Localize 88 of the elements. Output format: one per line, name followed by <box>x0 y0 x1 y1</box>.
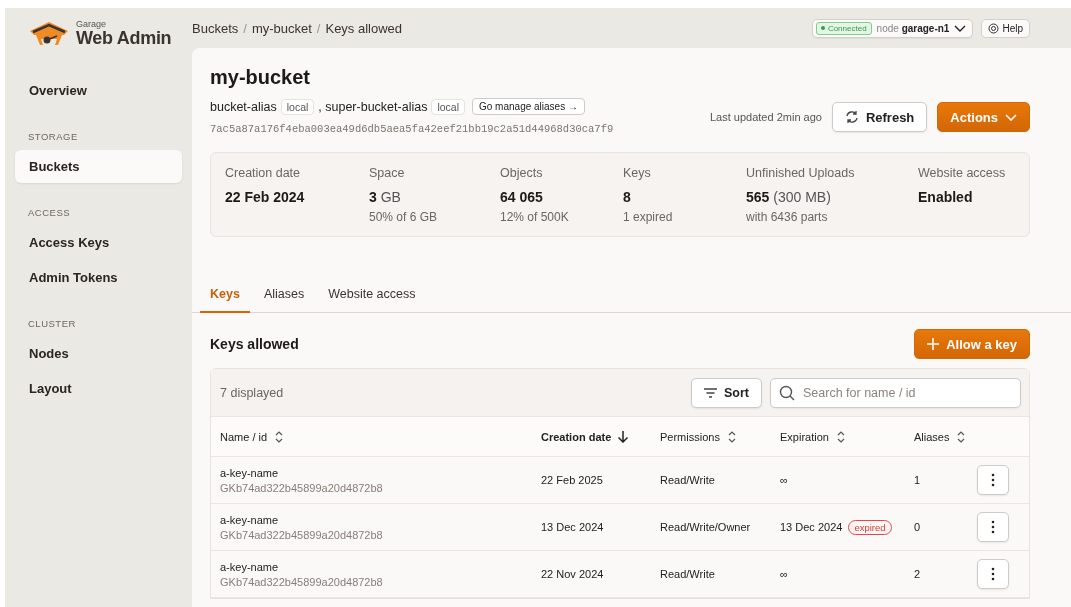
table-cell-text: 13 Dec 2024 <box>541 521 605 533</box>
search-field[interactable]: Search for name / id <box>770 378 1021 408</box>
stat-value: 3 GB <box>369 189 402 205</box>
table-cell: ∞ <box>780 568 788 580</box>
table-cell-text: 22 Feb 2025 <box>541 474 604 486</box>
refresh-button[interactable]: Refresh <box>831 102 928 132</box>
alias-tag: local <box>431 98 465 115</box>
section-title: Keys allowed <box>210 336 299 352</box>
table-cell-text: 0 <box>914 521 922 533</box>
stat-detail: with 6436 parts <box>746 210 829 224</box>
stat-detail: 50% of 6 GB <box>369 210 439 224</box>
stat-detail: 12% of 500K <box>500 210 570 224</box>
stat-value: Enabled <box>918 189 974 205</box>
bucket-id: 7ac5a87a176f4eba003ea49d6db5aea5fa42eef21bb19c2a51d44968d30ca7f9 <box>210 123 614 135</box>
column-header[interactable]: Name / id <box>220 430 268 443</box>
alias-tag: local <box>280 98 315 115</box>
column-header[interactable]: Creation date <box>541 430 612 443</box>
table-cell-text: 1 <box>914 474 922 486</box>
table-cell-text: Read/Write <box>660 568 716 580</box>
sidebar-item[interactable]: Overview <box>15 74 182 107</box>
key-name: a-key-name <box>220 466 280 479</box>
breadcrumb-current: Keys allowed <box>325 20 403 36</box>
tab[interactable]: Keys <box>200 279 250 313</box>
breadcrumb-separator: / <box>316 20 321 36</box>
displayed-count: 7 displayed <box>220 386 284 400</box>
stat-value: 64 065 <box>500 189 544 205</box>
section-label: ACCESS <box>27 206 72 220</box>
logo-icon <box>28 19 70 47</box>
filter-icon <box>704 388 717 398</box>
stat-value: 22 Feb 2024 <box>225 189 306 205</box>
sort-button[interactable]: Sort <box>691 378 762 408</box>
more-icon <box>991 473 995 487</box>
more-button[interactable] <box>977 559 1009 589</box>
column-header[interactable]: Aliases <box>914 430 950 443</box>
brand-subtitle: Garage <box>76 19 108 29</box>
breadcrumb-link[interactable]: Buckets <box>192 20 239 36</box>
help-icon <box>988 22 1000 34</box>
table-cell-text: 2 <box>914 568 922 580</box>
sidebar-item[interactable]: Access Keys <box>15 226 182 259</box>
section-label: CLUSTER <box>27 317 77 331</box>
breadcrumb-separator: / <box>243 20 247 36</box>
chevron-down-icon <box>1005 113 1017 121</box>
more-button[interactable] <box>977 465 1009 495</box>
tab[interactable]: Website access <box>318 279 426 313</box>
stat-label: Website access <box>918 166 1007 180</box>
stat-detail: 1 expired <box>623 210 674 224</box>
stat-label: Keys <box>623 166 652 180</box>
more-button[interactable] <box>977 512 1009 542</box>
stat-value: 565 (300 MB) <box>746 189 832 205</box>
sidebar-item[interactable]: Buckets <box>15 150 182 183</box>
manage-aliases-button[interactable]: Go manage aliases → <box>472 98 585 115</box>
table-cell-text: 22 Nov 2024 <box>541 568 605 580</box>
stat-label: Space <box>369 166 406 180</box>
stat-label: Unfinished Uploads <box>746 166 856 180</box>
alias-name: , super-bucket-alias <box>318 99 428 114</box>
stat-label: Creation date <box>225 166 302 180</box>
table-cell-text: Read/Write/Owner <box>660 521 752 533</box>
brand-title: Web Admin <box>76 28 172 47</box>
stat-value: 8 <box>623 189 632 205</box>
sidebar-item[interactable]: Nodes <box>15 337 182 370</box>
last-updated: Last updated 2min ago <box>710 111 822 123</box>
help-button[interactable]: Help <box>981 18 1030 38</box>
tab[interactable]: Aliases <box>253 279 315 313</box>
key-name: a-key-name <box>220 513 280 526</box>
alias-name: bucket-alias <box>210 99 277 114</box>
column-header[interactable]: Permissions <box>660 430 720 443</box>
key-name: a-key-name <box>220 560 280 573</box>
chevron-down-icon <box>954 24 967 32</box>
refresh-icon <box>844 110 859 124</box>
table-cell: 13 Dec 2024 <box>780 521 843 533</box>
node-selector[interactable]: Connected node garage-n1 <box>811 18 974 38</box>
table-cell: ∞ <box>780 474 788 486</box>
sidebar-item[interactable]: Admin Tokens <box>15 261 182 294</box>
key-id: GKb74ad322b45899a20d4872b8 <box>220 481 384 494</box>
sidebar-item[interactable]: Layout <box>15 372 182 405</box>
expired-badge: expired <box>848 519 892 535</box>
more-icon <box>991 520 995 534</box>
stat-label: Objects <box>500 166 544 180</box>
section-label: STORAGE <box>27 130 79 144</box>
breadcrumb-link[interactable]: my-bucket <box>251 20 312 36</box>
plus-icon <box>927 338 940 350</box>
key-id: GKb74ad322b45899a20d4872b8 <box>220 528 384 541</box>
key-id: GKb74ad322b45899a20d4872b8 <box>220 575 384 588</box>
column-header[interactable]: Expiration <box>780 430 829 443</box>
table-cell-text: Read/Write <box>660 474 716 486</box>
more-icon <box>991 567 995 581</box>
bucket-title: my-bucket <box>210 66 312 89</box>
status-badge: Connected <box>815 21 872 35</box>
